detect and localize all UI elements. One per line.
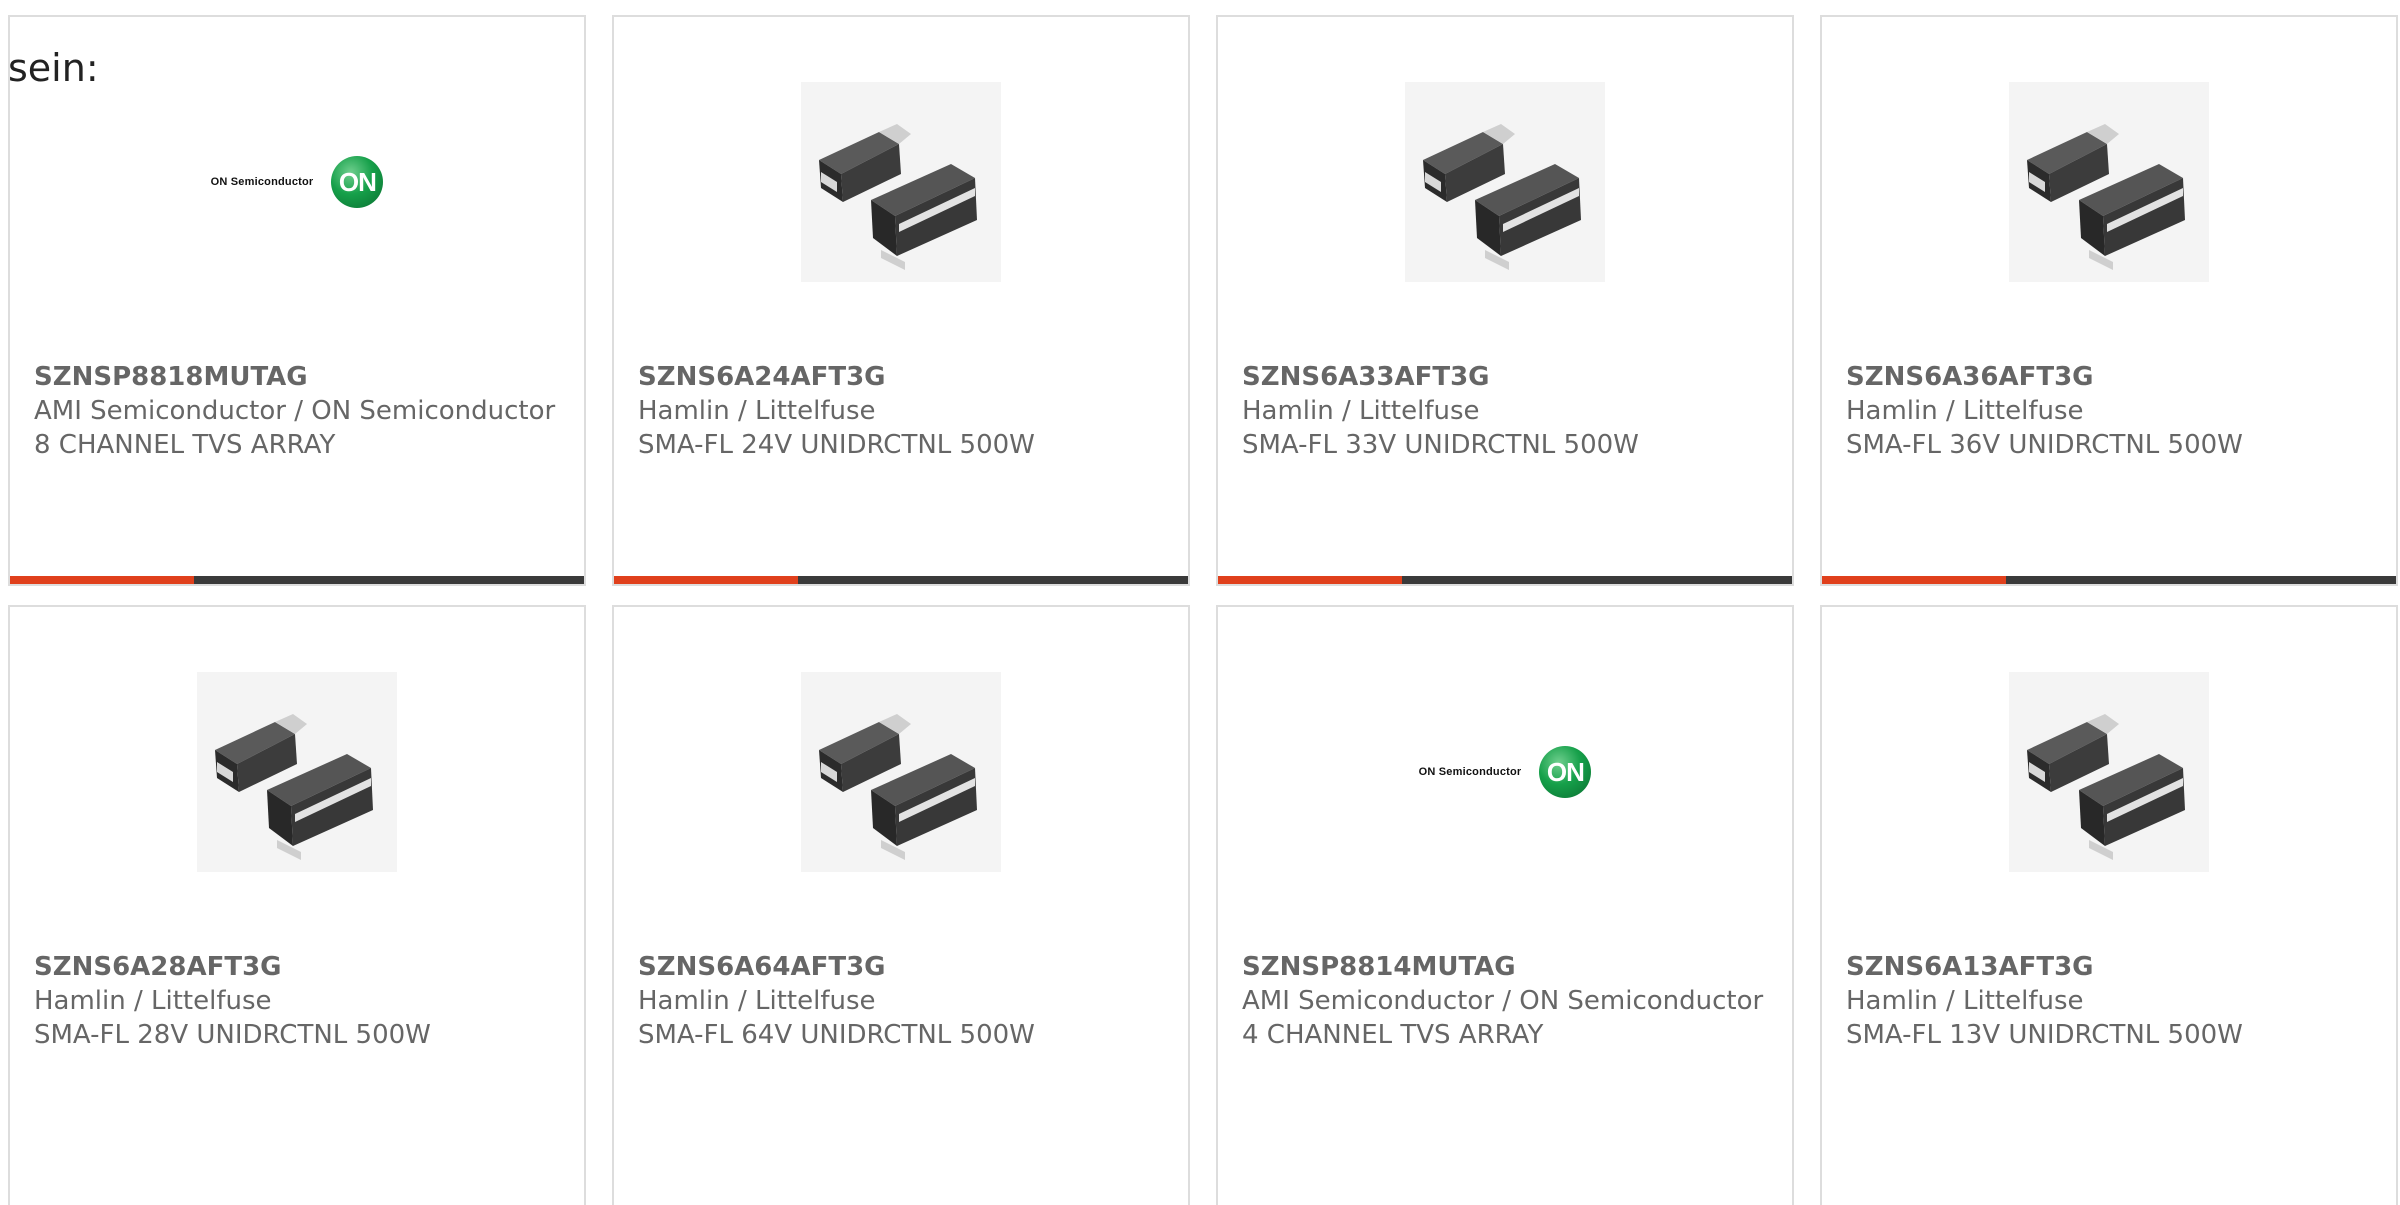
part-number[interactable]: SZNS6A13AFT3G — [1846, 952, 2094, 982]
progress-bar — [614, 576, 1188, 584]
logo-wordmark: ON Semiconductor — [210, 176, 314, 188]
part-number[interactable]: SZNS6A64AFT3G — [638, 952, 886, 982]
progress-bar — [10, 576, 584, 584]
progress-fill — [10, 576, 194, 584]
manufacturer: AMI Semiconductor / ON Semiconductor — [1242, 986, 1764, 1016]
sma-fl-package-icon — [2009, 82, 2209, 282]
progress-fill — [614, 576, 798, 584]
description: SMA-FL 36V UNIDRCTNL 500W — [1846, 430, 2243, 460]
part-number[interactable]: SZNS6A24AFT3G — [638, 362, 886, 392]
sma-fl-package-icon — [801, 672, 1001, 872]
manufacturer: Hamlin / Littelfuse — [1846, 396, 2084, 426]
manufacturer: Hamlin / Littelfuse — [638, 396, 876, 426]
product-card[interactable]: SZNS6A64AFT3G Hamlin / Littelfuse SMA-FL… — [612, 605, 1190, 1205]
progress-fill — [1822, 576, 2006, 584]
progress-bar — [1822, 576, 2396, 584]
product-image[interactable] — [10, 672, 584, 872]
sma-fl-package-icon — [1405, 82, 1605, 282]
logo-wordmark: ON Semiconductor — [1418, 766, 1522, 778]
on-semiconductor-logo: ON Semiconductor ON — [211, 156, 384, 208]
logo-badge: ON — [331, 156, 384, 208]
manufacturer: Hamlin / Littelfuse — [638, 986, 876, 1016]
manufacturer: Hamlin / Littelfuse — [1242, 396, 1480, 426]
product-card[interactable]: SZNS6A28AFT3G Hamlin / Littelfuse SMA-FL… — [8, 605, 586, 1205]
product-info: SZNS6A64AFT3G Hamlin / Littelfuse SMA-FL… — [638, 950, 1168, 1052]
sma-fl-package-icon — [2009, 672, 2209, 872]
part-number[interactable]: SZNS6A28AFT3G — [34, 952, 282, 982]
product-image[interactable] — [614, 82, 1188, 282]
product-info: SZNS6A24AFT3G Hamlin / Littelfuse SMA-FL… — [638, 360, 1168, 462]
part-number[interactable]: SZNS6A33AFT3G — [1242, 362, 1490, 392]
product-image[interactable]: ON Semiconductor ON — [10, 82, 584, 282]
page-text-fragment: sein: — [8, 46, 99, 90]
product-card[interactable]: ON Semiconductor ON SZNSP8818MUTAG AMI S… — [8, 15, 586, 586]
product-info: SZNS6A36AFT3G Hamlin / Littelfuse SMA-FL… — [1846, 360, 2376, 462]
product-grid: ON Semiconductor ON SZNSP8818MUTAG AMI S… — [8, 15, 2400, 1205]
product-info: SZNS6A33AFT3G Hamlin / Littelfuse SMA-FL… — [1242, 360, 1772, 462]
product-info: SZNS6A13AFT3G Hamlin / Littelfuse SMA-FL… — [1846, 950, 2376, 1052]
manufacturer: Hamlin / Littelfuse — [1846, 986, 2084, 1016]
description: SMA-FL 24V UNIDRCTNL 500W — [638, 430, 1035, 460]
description: SMA-FL 28V UNIDRCTNL 500W — [34, 1020, 431, 1050]
product-card[interactable]: SZNS6A13AFT3G Hamlin / Littelfuse SMA-FL… — [1820, 605, 2398, 1205]
manufacturer: AMI Semiconductor / ON Semiconductor — [34, 396, 556, 426]
product-image[interactable] — [1218, 82, 1792, 282]
product-info: SZNSP8814MUTAG AMI Semiconductor / ON Se… — [1242, 950, 1772, 1052]
product-image[interactable] — [1822, 672, 2396, 872]
sma-fl-package-icon — [197, 672, 397, 872]
product-info: SZNSP8818MUTAG AMI Semiconductor / ON Se… — [34, 360, 564, 462]
product-image[interactable] — [1822, 82, 2396, 282]
part-number[interactable]: SZNSP8814MUTAG — [1242, 952, 1516, 982]
description: 4 CHANNEL TVS ARRAY — [1242, 1020, 1544, 1050]
product-card[interactable]: SZNS6A36AFT3G Hamlin / Littelfuse SMA-FL… — [1820, 15, 2398, 586]
part-number[interactable]: SZNS6A36AFT3G — [1846, 362, 2094, 392]
description: 8 CHANNEL TVS ARRAY — [34, 430, 336, 460]
product-card[interactable]: SZNS6A24AFT3G Hamlin / Littelfuse SMA-FL… — [612, 15, 1190, 586]
progress-bar — [1218, 576, 1792, 584]
description: SMA-FL 33V UNIDRCTNL 500W — [1242, 430, 1639, 460]
product-info: SZNS6A28AFT3G Hamlin / Littelfuse SMA-FL… — [34, 950, 564, 1052]
description: SMA-FL 64V UNIDRCTNL 500W — [638, 1020, 1035, 1050]
product-card[interactable]: ON Semiconductor ON SZNSP8814MUTAG AMI S… — [1216, 605, 1794, 1205]
product-image[interactable]: ON Semiconductor ON — [1218, 672, 1792, 872]
on-semiconductor-logo: ON Semiconductor ON — [1419, 746, 1592, 798]
part-number[interactable]: SZNSP8818MUTAG — [34, 362, 308, 392]
product-image[interactable] — [614, 672, 1188, 872]
product-card[interactable]: SZNS6A33AFT3G Hamlin / Littelfuse SMA-FL… — [1216, 15, 1794, 586]
logo-badge: ON — [1539, 746, 1592, 798]
manufacturer: Hamlin / Littelfuse — [34, 986, 272, 1016]
description: SMA-FL 13V UNIDRCTNL 500W — [1846, 1020, 2243, 1050]
progress-fill — [1218, 576, 1402, 584]
sma-fl-package-icon — [801, 82, 1001, 282]
